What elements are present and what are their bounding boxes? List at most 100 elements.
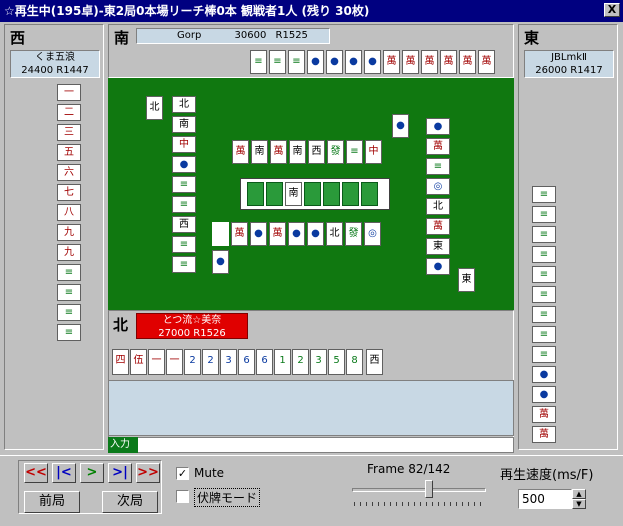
mute-checkbox[interactable]: ✓ bbox=[176, 467, 189, 480]
mute-label: Mute bbox=[194, 466, 225, 480]
tile: ≡ bbox=[172, 196, 196, 213]
tile: 西 bbox=[308, 140, 325, 164]
hand-tile[interactable]: 2 bbox=[184, 349, 201, 375]
tile: ● bbox=[364, 50, 381, 74]
tile: 萬 bbox=[270, 140, 287, 164]
hand-tile[interactable]: 西 bbox=[366, 349, 383, 375]
tile: ≡ bbox=[532, 326, 556, 343]
hidden-mode-label: 伏牌モード bbox=[194, 488, 261, 507]
north-hand[interactable]: 四伍一一2236612358西 bbox=[112, 349, 384, 377]
hand-tile[interactable]: 2 bbox=[292, 349, 309, 375]
hidden-mode-checkbox[interactable] bbox=[176, 490, 189, 503]
south-hand: ≡ ≡ ≡ ● ● ● ● 萬 萬 萬 萬 萬 萬 bbox=[250, 50, 510, 76]
tile: 五 bbox=[57, 144, 81, 161]
first-button[interactable]: << bbox=[24, 463, 48, 483]
hand-tile[interactable]: 8 bbox=[346, 349, 363, 375]
speed-input[interactable]: 500 bbox=[518, 489, 572, 509]
tile: 二 bbox=[57, 104, 81, 121]
west-panel bbox=[4, 24, 104, 450]
tile: 萬 bbox=[478, 50, 495, 74]
south-player-info: Gorp 30600 R1525 bbox=[136, 28, 330, 44]
tile: ≡ bbox=[346, 140, 363, 164]
north-seat-label: 北 bbox=[113, 316, 129, 334]
north-player-score: 27000 bbox=[158, 328, 191, 339]
tile: ● bbox=[345, 50, 362, 74]
hand-tile[interactable]: 6 bbox=[238, 349, 255, 375]
prev-round-button[interactable]: 前局 bbox=[24, 491, 80, 513]
tile: ● bbox=[172, 156, 196, 173]
south-seat-label: 南 bbox=[114, 29, 130, 47]
play-button[interactable]: > bbox=[80, 463, 104, 483]
north-player-rate: R1526 bbox=[193, 328, 226, 339]
south-discards: 萬 南 萬 南 西 發 ≡ 中 bbox=[232, 140, 412, 168]
tile: 九 bbox=[57, 244, 81, 261]
tile: ● bbox=[250, 222, 267, 246]
speed-up-button[interactable]: ▲ bbox=[572, 489, 586, 499]
west-seat-label: 西 bbox=[10, 29, 26, 47]
tile: 萬 bbox=[402, 50, 419, 74]
tile: 萬 bbox=[231, 222, 248, 246]
tile bbox=[247, 182, 264, 206]
tile: 萬 bbox=[383, 50, 400, 74]
tile bbox=[323, 182, 340, 206]
hand-tile[interactable]: 5 bbox=[328, 349, 345, 375]
tile: ● bbox=[426, 258, 450, 275]
tile: 一 bbox=[57, 84, 81, 101]
tile: ≡ bbox=[532, 206, 556, 223]
tile: ● bbox=[326, 50, 343, 74]
tile: 中 bbox=[172, 136, 196, 153]
north-discards: 萬 ● 萬 ● ● 北 發 ◎ ● bbox=[212, 222, 402, 278]
center-indicator: 南 bbox=[240, 178, 390, 210]
hand-tile[interactable]: 1 bbox=[274, 349, 291, 375]
east-player-info: JBLmkⅡ 26000 R1417 bbox=[524, 50, 614, 78]
tile: 萬 bbox=[532, 406, 556, 423]
east-seat-label: 東 bbox=[524, 29, 540, 47]
tile: ≡ bbox=[57, 304, 81, 321]
speed-down-button[interactable]: ▼ bbox=[572, 499, 586, 509]
tile: 萬 bbox=[269, 222, 286, 246]
hand-tile[interactable]: 2 bbox=[202, 349, 219, 375]
hand-tile[interactable]: 伍 bbox=[130, 349, 147, 375]
east-player-name: JBLmkⅡ bbox=[551, 52, 587, 63]
tile: ≡ bbox=[172, 236, 196, 253]
west-player-info: くま五浪 24400 R1447 bbox=[10, 50, 100, 78]
tile: 北 bbox=[172, 96, 196, 113]
tile: ≡ bbox=[532, 246, 556, 263]
tile: ● bbox=[212, 250, 229, 274]
tile: 發 bbox=[327, 140, 344, 164]
tile: ≡ bbox=[426, 158, 450, 175]
next-round-button[interactable]: 次局 bbox=[102, 491, 158, 513]
prev-button[interactable]: |< bbox=[52, 463, 76, 483]
next-button[interactable]: >| bbox=[108, 463, 132, 483]
tile: 萬 bbox=[440, 50, 457, 74]
tile: 萬 bbox=[459, 50, 476, 74]
tile: ≡ bbox=[532, 286, 556, 303]
hand-tile[interactable]: 四 bbox=[112, 349, 129, 375]
west-player-name: くま五浪 bbox=[35, 52, 75, 63]
tile: ● bbox=[288, 222, 305, 246]
tile bbox=[212, 222, 229, 246]
hand-tile[interactable]: 一 bbox=[166, 349, 183, 375]
tile: 南 bbox=[172, 116, 196, 133]
tile bbox=[266, 182, 283, 206]
tile: ≡ bbox=[288, 50, 305, 74]
tile: 萬 bbox=[532, 426, 556, 443]
speed-label: 再生速度(ms/F) bbox=[500, 468, 594, 483]
tile: 西 bbox=[172, 216, 196, 233]
west-discards: 北 北 南 中 ● ≡ ≡ 西 ≡ ≡ bbox=[146, 96, 206, 278]
chat-input[interactable] bbox=[108, 437, 514, 453]
hand-tile[interactable]: 3 bbox=[310, 349, 327, 375]
frame-slider-track[interactable] bbox=[352, 488, 486, 492]
tile: 萬 bbox=[426, 218, 450, 235]
east-player-rate: R1417 bbox=[570, 65, 603, 76]
tile: 北 bbox=[146, 96, 163, 120]
tile: 八 bbox=[57, 204, 81, 221]
tile: ≡ bbox=[532, 226, 556, 243]
frame-slider-thumb[interactable] bbox=[425, 480, 434, 498]
hand-tile[interactable]: 6 bbox=[256, 349, 273, 375]
hand-tile[interactable]: 3 bbox=[220, 349, 237, 375]
hand-tile[interactable]: 一 bbox=[148, 349, 165, 375]
tile: ≡ bbox=[172, 176, 196, 193]
last-button[interactable]: >> bbox=[136, 463, 160, 483]
close-button[interactable]: X bbox=[604, 3, 620, 17]
